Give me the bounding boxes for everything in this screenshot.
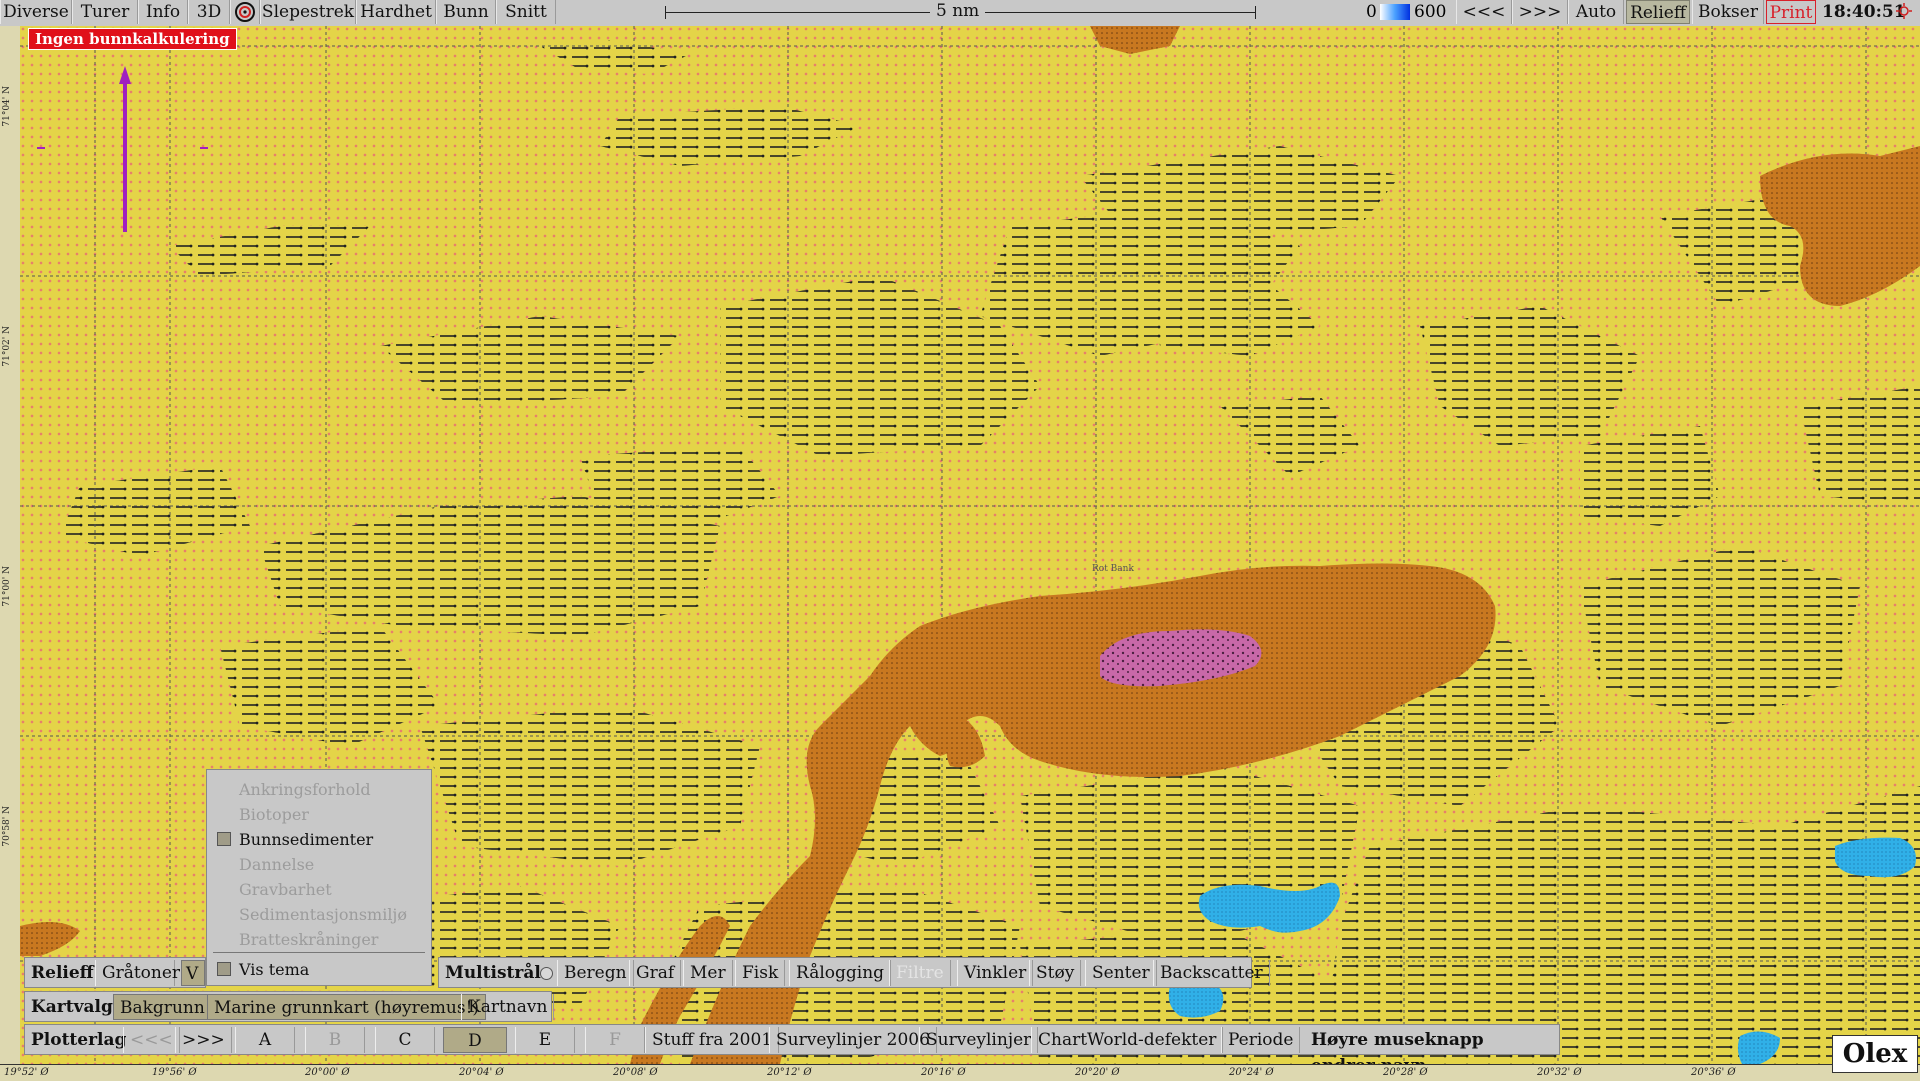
- north-arrow-icon: [118, 66, 132, 240]
- olex-logo: Olex: [1832, 1035, 1918, 1073]
- depth-min: 0: [1366, 2, 1377, 22]
- relieff-label: Relieff: [31, 963, 94, 983]
- filtre-button[interactable]: Filtre: [889, 960, 951, 986]
- prev-button[interactable]: <<<: [1456, 0, 1512, 24]
- kartvalg-panel: Kartvalg Bakgrunn Marine grunnkart (høyr…: [24, 991, 555, 1022]
- lon-label: 20°00' Ø: [305, 1067, 350, 1078]
- lon-label: 19°56' Ø: [152, 1067, 197, 1078]
- target-icon[interactable]: [230, 0, 260, 24]
- sun-icon[interactable]: [1896, 3, 1912, 19]
- ralogging-button[interactable]: Rålogging: [789, 960, 892, 986]
- vis-tema-option[interactable]: Vis tema: [239, 960, 309, 979]
- layer-c[interactable]: C: [375, 1027, 435, 1053]
- menu-info[interactable]: Info: [138, 0, 188, 24]
- fisk-button[interactable]: Fisk: [735, 960, 786, 986]
- theme-sedimentasjonsmiljo[interactable]: Sedimentasjonsmiljø: [239, 905, 407, 924]
- chartworld-defekter-button[interactable]: ChartWorld-defekter: [1031, 1027, 1224, 1053]
- lon-label: 19°52' Ø: [4, 1067, 49, 1078]
- latitude-scale: 71°04' N 71°02' N 71°00' N 70°58' N: [0, 26, 21, 1064]
- lon-label: 20°32' Ø: [1537, 1067, 1582, 1078]
- layer-d[interactable]: D: [443, 1027, 507, 1053]
- lon-label: 20°08' Ø: [613, 1067, 658, 1078]
- lon-label: 20°04' Ø: [459, 1067, 504, 1078]
- menu-diverse[interactable]: Diverse: [0, 0, 72, 24]
- periode-button[interactable]: Periode: [1221, 1027, 1301, 1053]
- backscatter-button[interactable]: Backscatter: [1153, 960, 1270, 986]
- lat-label: 71°02' N: [2, 326, 12, 367]
- plotterlag-panel: Plotterlag <<< >>> A B C D E F Stuff fra…: [24, 1024, 1560, 1076]
- lon-label: 20°24' Ø: [1229, 1067, 1274, 1078]
- theme-ankringsforhold[interactable]: Ankringsforhold: [239, 780, 371, 799]
- clock: 18:40:51: [1822, 2, 1906, 22]
- surveylinjer-button[interactable]: Surveylinjer: [919, 1027, 1039, 1053]
- no-bottom-calc-warning: Ingen bunnkalkulering: [28, 28, 237, 50]
- mer-button[interactable]: Mer: [683, 960, 733, 986]
- plotterlag-next-button[interactable]: >>>: [175, 1027, 232, 1053]
- scale-label: 5 nm: [930, 1, 986, 21]
- bakgrunn-button[interactable]: Bakgrunn: [113, 994, 212, 1020]
- layer-a[interactable]: A: [235, 1027, 295, 1053]
- lon-label: 20°16' Ø: [921, 1067, 966, 1078]
- depth-color-scale[interactable]: [1380, 4, 1410, 20]
- lat-label: 70°58' N: [2, 806, 12, 847]
- next-button[interactable]: >>>: [1512, 0, 1568, 24]
- lon-label: 20°12' Ø: [767, 1067, 812, 1078]
- marine-grunnkart-button[interactable]: Marine grunnkart (høyremus!): [207, 994, 487, 1020]
- scale-tick-right: [1255, 6, 1256, 19]
- beregn-button[interactable]: Beregn: [557, 960, 634, 986]
- menu-3d[interactable]: 3D: [188, 0, 230, 24]
- lon-label: 20°28' Ø: [1383, 1067, 1428, 1078]
- checkbox-icon[interactable]: [217, 962, 231, 976]
- theme-dannelse[interactable]: Dannelse: [239, 855, 314, 874]
- theme-bratteskraninger[interactable]: Bratteskråninger: [239, 930, 378, 949]
- rename-hint: Høyre museknapp endrer navn: [1311, 1030, 1484, 1076]
- bank-name-label: Rot Bank: [1092, 564, 1134, 574]
- scale-tick-left: [665, 6, 666, 19]
- layer-f[interactable]: F: [585, 1027, 645, 1053]
- theme-biotoper[interactable]: Biotoper: [239, 805, 309, 824]
- v-button[interactable]: V: [181, 960, 205, 986]
- depth-max: 600: [1414, 2, 1447, 22]
- relieff-button[interactable]: Relieff: [1626, 0, 1690, 24]
- longitude-scale: 19°52' Ø 19°56' Ø 20°00' Ø 20°04' Ø 20°0…: [0, 1064, 1920, 1081]
- menu-slepestrek[interactable]: Slepestrek: [260, 0, 356, 24]
- lon-label: 20°20' Ø: [1075, 1067, 1120, 1078]
- lat-label: 71°00' N: [2, 566, 12, 607]
- top-toolbar: Diverse Turer Info 3D Slepestrek Hardhet…: [0, 0, 1920, 27]
- bokser-button[interactable]: Bokser: [1692, 0, 1764, 24]
- kartnavn-button[interactable]: Kartnavn: [461, 994, 555, 1020]
- menu-bunn[interactable]: Bunn: [436, 0, 496, 24]
- auto-button[interactable]: Auto: [1568, 0, 1624, 24]
- print-button[interactable]: Print: [1766, 0, 1816, 24]
- menu-turer[interactable]: Turer: [72, 0, 138, 24]
- layer-b[interactable]: B: [305, 1027, 365, 1053]
- theme-popup: Ankringsforhold Biotoper Bunnsedimenter …: [206, 769, 432, 986]
- lon-label: 20°36' Ø: [1691, 1067, 1736, 1078]
- menu-hardhet[interactable]: Hardhet: [356, 0, 436, 24]
- plotterlag-label: Plotterlag: [31, 1030, 127, 1050]
- multistraale-panel: Multistråle Beregn Graf Mer Fisk Råloggi…: [438, 957, 1270, 988]
- surveylinjer-2006-button[interactable]: Surveylinjer 2006: [769, 1027, 937, 1053]
- theme-gravbarhet[interactable]: Gravbarhet: [239, 880, 332, 899]
- menu-snitt[interactable]: Snitt: [496, 0, 556, 24]
- senter-button[interactable]: Senter: [1085, 960, 1157, 986]
- radio-icon[interactable]: [540, 967, 553, 980]
- plotterlag-prev-button[interactable]: <<<: [123, 1027, 180, 1053]
- lat-label: 71°04' N: [2, 86, 12, 127]
- stuff-fra-2001-button[interactable]: Stuff fra 2001: [645, 1027, 780, 1053]
- stoy-button[interactable]: Støy: [1029, 960, 1082, 986]
- relieff-panel: Relieff Gråtoner V: [24, 957, 206, 988]
- popup-divider: [213, 952, 425, 953]
- gratoner-button[interactable]: Gråtoner: [95, 960, 180, 986]
- vinkler-button[interactable]: Vinkler: [957, 960, 1034, 986]
- kartvalg-label: Kartvalg: [31, 997, 113, 1017]
- theme-bunnsedimenter[interactable]: Bunnsedimenter: [239, 830, 373, 849]
- graf-button[interactable]: Graf: [629, 960, 682, 986]
- checkbox-icon[interactable]: [217, 832, 231, 846]
- layer-e[interactable]: E: [515, 1027, 575, 1053]
